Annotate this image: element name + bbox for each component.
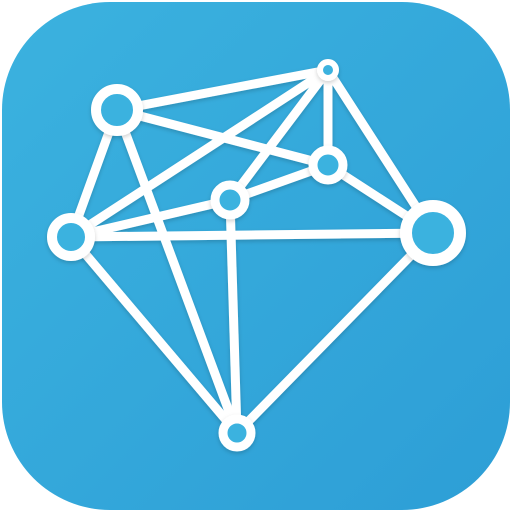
graph-node [317,59,339,81]
graph-node [218,414,256,452]
graph-node [91,84,143,136]
graph-node [400,200,466,266]
graph-node [47,213,95,261]
app-icon[interactable] [0,0,512,512]
network-graph-icon [2,2,510,510]
graph-node [210,180,250,220]
graph-edge [66,228,438,242]
graph-node [308,145,348,185]
